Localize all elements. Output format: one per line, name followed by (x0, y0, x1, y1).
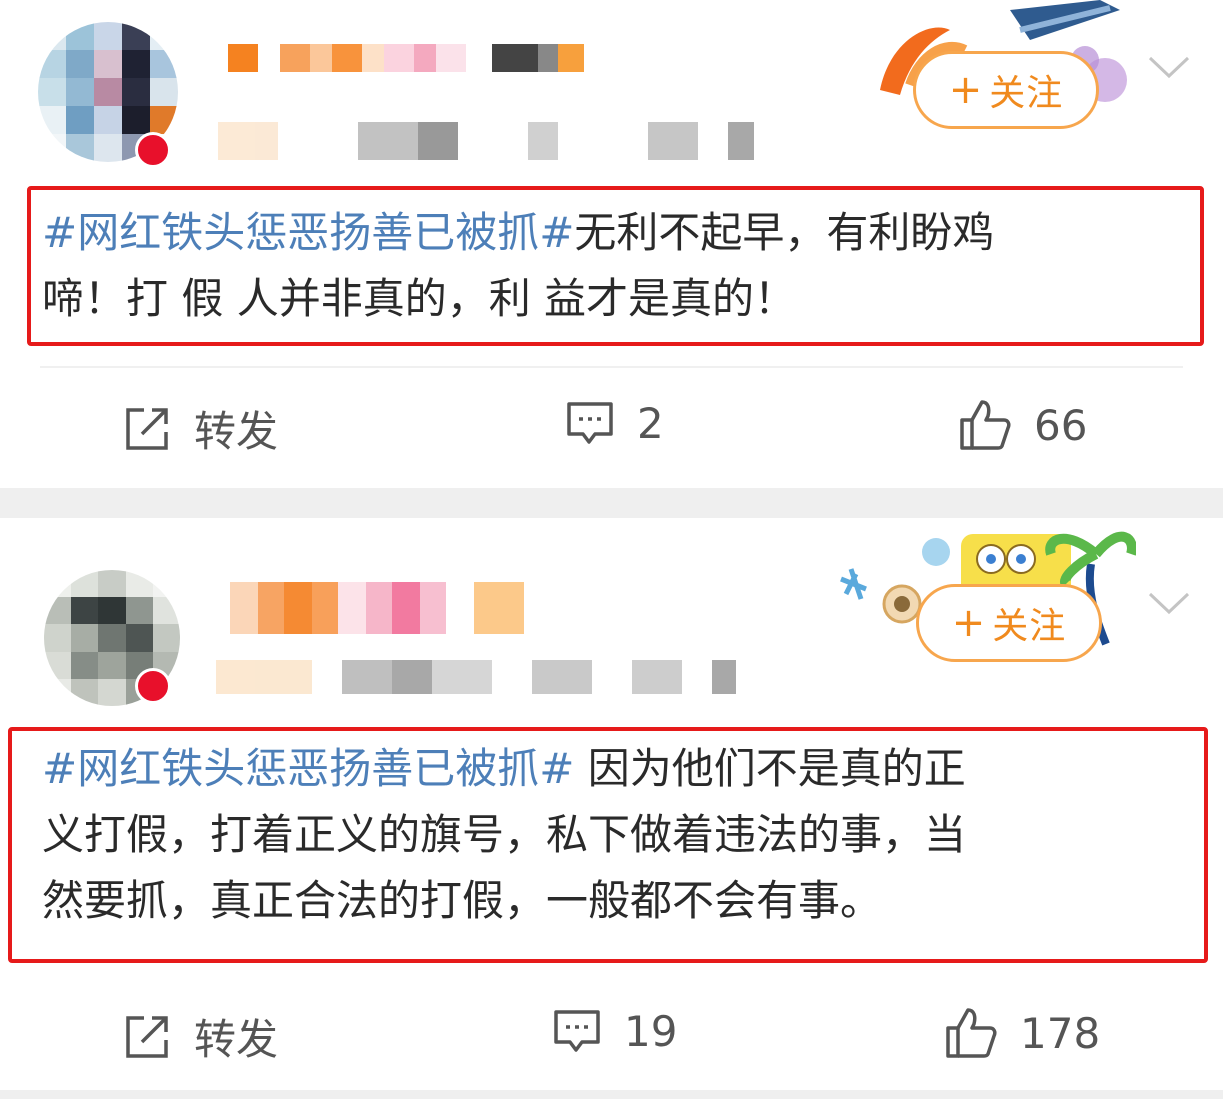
like-button[interactable]: 66 (958, 398, 1087, 452)
username[interactable] (228, 44, 584, 72)
like-button[interactable]: 178 (944, 1006, 1100, 1060)
comment-button[interactable]: 19 (552, 1006, 677, 1056)
follow-button[interactable]: + 关注 (916, 584, 1102, 662)
comment-button[interactable]: 2 (565, 398, 664, 448)
post-text: #网红铁头惩恶扬善已被抓# 因为他们不是真的正 义打假，打着正义的旗号，私下做着… (42, 736, 1202, 934)
comment-count: 2 (637, 398, 664, 448)
divider (40, 366, 1183, 368)
verified-badge (135, 132, 171, 168)
comment-count: 19 (624, 1006, 678, 1056)
chevron-down-icon[interactable] (1146, 44, 1192, 90)
chevron-down-icon[interactable] (1146, 580, 1192, 626)
repost-label: 转发 (194, 407, 279, 456)
repost-button[interactable]: 转发 (122, 398, 278, 459)
comment-icon (567, 402, 613, 444)
comment-icon (554, 1010, 600, 1052)
post-text-line2: 啼！打 假 人并非真的，利 益才是真的！ (42, 274, 797, 323)
username[interactable] (230, 582, 524, 634)
like-icon (960, 400, 1011, 450)
post-text-line1: 因为他们不是真的正 (574, 744, 966, 793)
like-count: 178 (1020, 1008, 1101, 1058)
verified-badge (135, 668, 171, 704)
post-text: #网红铁头惩恶扬善已被抓#无利不起早，有利盼鸡 啼！打 假 人并非真的，利 益才… (42, 200, 1202, 332)
repost-icon (126, 1015, 168, 1058)
post-text-line2: 义打假，打着正义的旗号，私下做着违法的事，当 (42, 810, 967, 859)
post-meta (216, 660, 736, 694)
weibo-post-2: + 关注 #网红铁头惩恶扬善已被抓# 因为他们不是真的正 义打假，打着正义的旗号… (0, 518, 1223, 1099)
post-text-line1: 无利不起早，有利盼鸡 (574, 208, 995, 257)
weibo-post-1: + 关注 #网红铁头惩恶扬善已被抓#无利不起早，有利盼鸡 啼！打 假 人并非真的… (0, 0, 1223, 488)
post-separator (0, 488, 1223, 518)
repost-button[interactable]: 转发 (122, 1006, 278, 1067)
plus-icon: + (951, 600, 987, 646)
post-meta (218, 122, 754, 160)
plus-icon: + (948, 67, 984, 113)
like-count: 66 (1034, 400, 1088, 450)
follow-button[interactable]: + 关注 (913, 51, 1099, 129)
hashtag-link[interactable]: #网红铁头惩恶扬善已被抓# (42, 208, 574, 257)
post-text-line3: 然要抓，真正合法的打假，一般都不会有事。 (42, 876, 883, 925)
follow-label: 关注 (989, 73, 1064, 114)
bottom-separator (0, 1090, 1223, 1099)
follow-label: 关注 (992, 606, 1067, 647)
hashtag-link[interactable]: #网红铁头惩恶扬善已被抓# (42, 744, 574, 793)
repost-icon (126, 407, 168, 450)
like-icon (946, 1008, 997, 1058)
repost-label: 转发 (194, 1015, 279, 1064)
